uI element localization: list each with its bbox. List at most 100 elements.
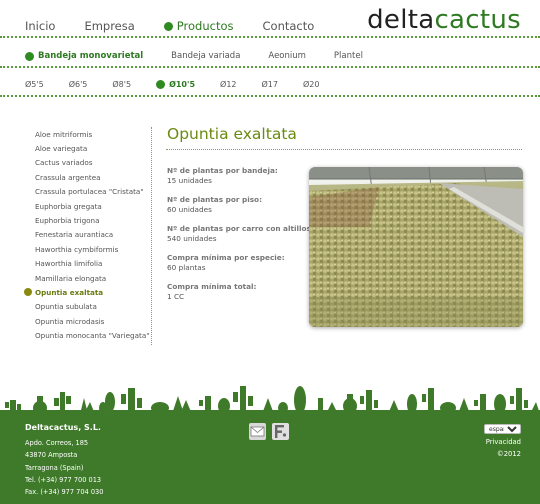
sidebar-item-label: Haworthia limifolia xyxy=(35,259,103,269)
size-item-active[interactable]: Ø10'5 xyxy=(156,80,195,89)
spec-value: 60 unidades xyxy=(167,205,212,214)
product-title: Opuntia exaltata xyxy=(167,125,297,143)
subnav-label: Bandeja monovarietal xyxy=(38,51,144,61)
sidebar-item-label: Opuntia monocanta "Variegata" xyxy=(35,331,150,341)
divider xyxy=(0,36,540,38)
size-label: Ø20 xyxy=(302,80,320,89)
size-label: Ø8'5 xyxy=(112,80,132,89)
size-label: Ø6'5 xyxy=(68,80,88,89)
mail-icon[interactable] xyxy=(249,423,266,440)
subnav-item-bandeja-monovarietal[interactable]: Bandeja monovarietal xyxy=(25,51,143,61)
size-item[interactable]: Ø20 xyxy=(303,80,319,89)
size-item[interactable]: Ø12 xyxy=(220,80,236,89)
sidebar-item[interactable]: Euphorbia trigona xyxy=(24,213,151,227)
address-line: Tel. (+34) 977 700 013 xyxy=(25,475,102,484)
sidebar-item[interactable]: Euphorbia gregata xyxy=(24,199,151,213)
active-dot-icon xyxy=(156,80,166,89)
size-item[interactable]: Ø17 xyxy=(262,80,278,89)
sidebar-item[interactable]: Cactus variados xyxy=(24,156,151,170)
size-label: Ø10'5 xyxy=(169,80,196,89)
sidebar-item-label: Crassula argentea xyxy=(35,172,101,182)
sidebar-item[interactable]: Mamillaria elongata xyxy=(24,271,151,285)
address-line: Fax. (+34) 977 704 030 xyxy=(25,488,104,497)
sidebar-item[interactable]: Crassula argentea xyxy=(24,170,151,184)
nav-item-inicio[interactable]: Inicio xyxy=(25,19,55,33)
sidebar-item[interactable]: Haworthia cymbiformis xyxy=(24,242,151,256)
sidebar-item[interactable]: Fenestaria aurantiaca xyxy=(24,228,151,242)
sidebar-item-label: Euphorbia gregata xyxy=(35,201,102,211)
nav-label: Empresa xyxy=(84,19,135,33)
sidebar-item[interactable]: Aloe variegata xyxy=(24,141,151,155)
sidebar-item[interactable]: Opuntia monocanta "Variegata" xyxy=(24,328,151,342)
spec-row: Nº de plantas por piso: 60 unidades xyxy=(167,195,307,215)
greenhouse-photo-image xyxy=(309,167,523,327)
sidebar-item-label: Opuntia subulata xyxy=(35,302,97,312)
sidebar-item-label: Euphorbia trigona xyxy=(35,216,100,226)
flickr-icon[interactable] xyxy=(272,423,289,440)
spec-row: Compra mínima por especie: 60 plantas xyxy=(167,253,307,273)
subnav-label: Aeonium xyxy=(268,51,306,61)
sidebar-item-label: Fenestaria aurantiaca xyxy=(35,230,114,240)
divider xyxy=(0,95,540,97)
nav-label: Inicio xyxy=(25,19,56,33)
logo-part-cactus: cactus xyxy=(434,5,521,35)
sidebar-item[interactable]: Haworthia limifolia xyxy=(24,257,151,271)
size-item[interactable]: Ø6'5 xyxy=(69,80,88,89)
product-specs: Nº de plantas por bandeja: 15 unidades Nº… xyxy=(167,166,314,311)
species-sidebar: Aloe mitriformis Aloe variegata Cactus v… xyxy=(24,127,152,345)
sidebar-item-label: Crassula portulacea "Cristata" xyxy=(35,187,144,197)
site-logo[interactable]: deltacactus xyxy=(367,4,521,36)
divider xyxy=(0,66,540,68)
copyright: ©2012 xyxy=(496,450,521,458)
active-dot-icon xyxy=(25,51,34,61)
address-line: Tarragona (Spain) xyxy=(25,463,84,472)
nav-item-empresa[interactable]: Empresa xyxy=(84,19,134,33)
sidebar-item[interactable]: Opuntia microdasis xyxy=(24,314,151,328)
subnav-item-bandeja-variada[interactable]: Bandeja variada xyxy=(171,51,240,61)
size-label: Ø12 xyxy=(220,80,237,89)
company-address: Apdo. Correos, 185 43870 Amposta Tarrago… xyxy=(25,437,103,498)
size-nav: Ø5'5 Ø6'5 Ø8'5 Ø10'5 Ø12 Ø17 Ø20 xyxy=(25,80,344,89)
sidebar-item-label: Cactus variados xyxy=(35,158,93,168)
nav-item-contacto[interactable]: Contacto xyxy=(263,19,315,33)
spec-key: Nº de plantas por piso: xyxy=(167,195,262,204)
spec-row: Nº de plantas por bandeja: 15 unidades xyxy=(167,166,307,186)
nav-label: Contacto xyxy=(262,19,315,33)
sidebar-item[interactable]: Aloe mitriformis xyxy=(24,127,151,141)
social-links xyxy=(249,423,295,440)
company-name: Deltacactus, S.L. xyxy=(25,423,101,432)
footer-right: español Privacidad ©2012 xyxy=(484,424,521,458)
main-nav: Inicio Empresa Productos Contacto xyxy=(25,19,343,33)
nav-item-productos[interactable]: Productos xyxy=(163,19,234,33)
spec-row: Compra mínima total: 1 CC xyxy=(167,282,307,302)
cactus-silhouette-strip xyxy=(5,386,540,414)
subnav-label: Plantel xyxy=(333,51,363,61)
spec-value: 15 unidades xyxy=(167,176,212,185)
language-select[interactable]: español xyxy=(484,424,521,434)
product-photo xyxy=(309,167,523,327)
subnav-label: Bandeja variada xyxy=(171,51,241,61)
spec-key: Compra mínima por especie: xyxy=(167,253,285,262)
sidebar-item-label: Aloe mitriformis xyxy=(35,129,93,139)
sidebar-item-label: Aloe variegata xyxy=(35,144,88,154)
privacy-link[interactable]: Privacidad xyxy=(484,438,521,446)
size-item[interactable]: Ø8'5 xyxy=(112,80,131,89)
sidebar-item[interactable]: Crassula portulacea "Cristata" xyxy=(24,185,151,199)
address-line: 43870 Amposta xyxy=(25,451,78,460)
nav-label: Productos xyxy=(176,19,234,33)
size-item[interactable]: Ø5'5 xyxy=(25,80,44,89)
sidebar-item-label: Opuntia microdasis xyxy=(35,316,105,326)
size-label: Ø5'5 xyxy=(25,80,44,89)
subnav-item-plantel[interactable]: Plantel xyxy=(334,51,363,61)
sidebar-item-active[interactable]: Opuntia exaltata xyxy=(24,285,151,299)
address-line: Apdo. Correos, 185 xyxy=(25,439,89,447)
size-label: Ø17 xyxy=(261,80,278,89)
sub-nav: Bandeja monovarietal Bandeja variada Aeo… xyxy=(25,51,391,61)
spec-key: Nº de plantas por bandeja: xyxy=(167,166,278,175)
spec-value: 60 plantas xyxy=(167,263,206,272)
sidebar-item[interactable]: Opuntia subulata xyxy=(24,300,151,314)
spec-key: Nº de plantas por carro con altillos: xyxy=(167,224,314,233)
spec-key: Compra mínima total: xyxy=(167,282,257,291)
site-footer: Deltacactus, S.L. Apdo. Correos, 185 438… xyxy=(0,410,540,504)
subnav-item-aeonium[interactable]: Aeonium xyxy=(268,51,306,61)
